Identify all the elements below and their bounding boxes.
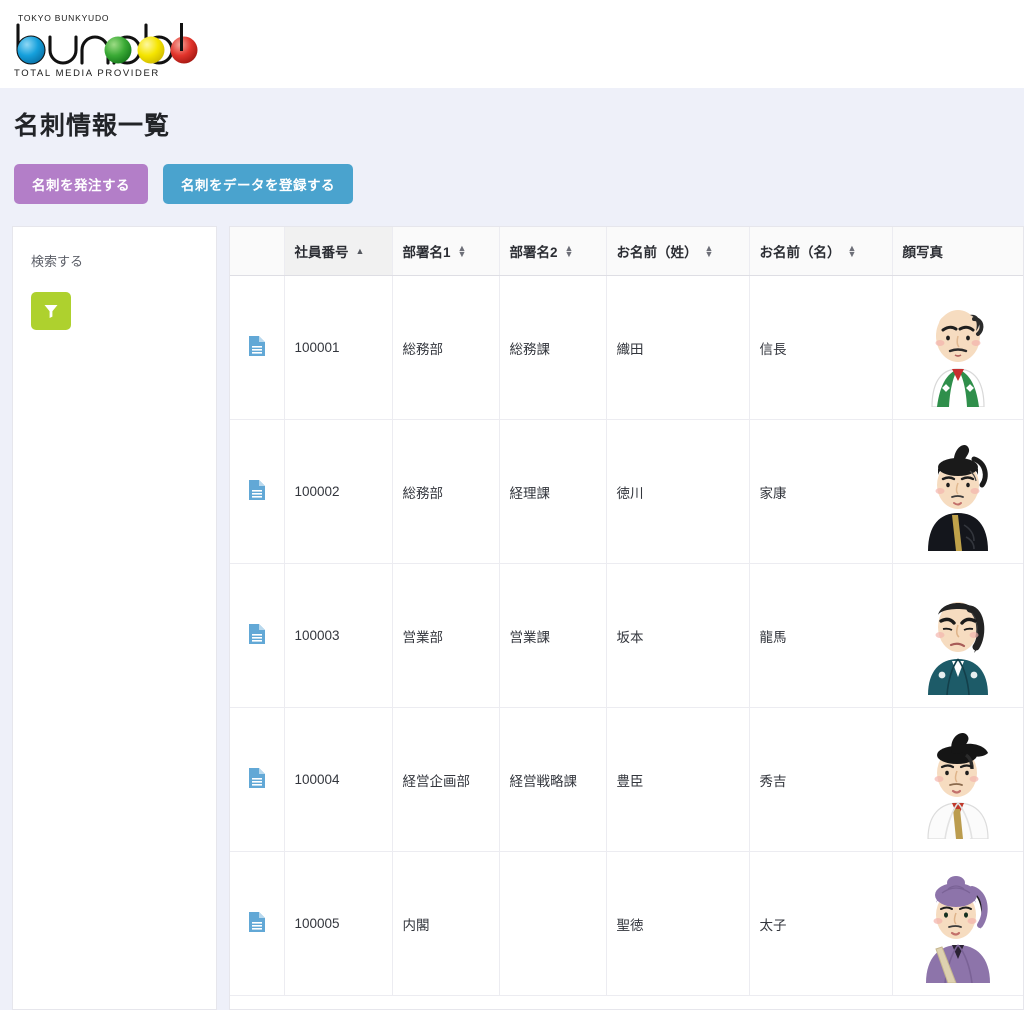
cell-last-name: 織田 (606, 275, 750, 420)
sakamoto-ryoma-avatar (927, 601, 988, 695)
row-detail-cell[interactable] (230, 419, 285, 564)
row-detail-cell[interactable] (230, 563, 285, 708)
column-label-employee-number: 社員番号 (294, 245, 349, 260)
table-header-row: 社員番号 ▲▼ 部署名1 ▲▼ (230, 227, 1023, 276)
column-label-last-name: お名前（姓） (616, 245, 698, 260)
column-label-face-photo: 顔写真 (902, 245, 944, 260)
cell-department2 (499, 851, 607, 996)
page-title: 名刺情報一覧 (14, 112, 171, 140)
column-header-face-photo: 顔写真 (892, 227, 1023, 276)
sort-toggle-icon: ▲ ▼ (564, 243, 574, 259)
row-detail-cell[interactable] (230, 851, 285, 996)
cell-department2: 総務課 (499, 275, 607, 420)
bunpdo-logo: TOKYO BUNKYUDO TOTAL MEDIA PROVIDER (14, 13, 198, 79)
cell-employee-number: 100004 (284, 707, 393, 852)
table-head: 社員番号 ▲▼ 部署名1 ▲▼ (230, 227, 1023, 276)
logo-circle-yellow (137, 36, 165, 64)
column-label-department1: 部署名1 (402, 245, 451, 260)
business-card-table-container: 社員番号 ▲▼ 部署名1 ▲▼ (229, 226, 1024, 1010)
logo-circle-green (104, 36, 132, 64)
cell-employee-number: 100005 (284, 851, 393, 996)
cell-face-photo (892, 851, 1023, 996)
logo-header: TOKYO BUNKYUDO TOTAL MEDIA PROVIDER (0, 0, 1024, 88)
cell-employee-number: 100003 (284, 563, 393, 708)
sort-ascending-icon: ▲▼ (355, 245, 365, 256)
column-header-department1[interactable]: 部署名1 ▲ ▼ (392, 227, 500, 276)
order-business-card-button[interactable]: 名刺を発注する (14, 164, 148, 204)
document-icon[interactable] (248, 767, 266, 789)
cell-department2: 経理課 (499, 419, 607, 564)
filter-funnel-icon (44, 305, 58, 318)
cell-employee-number: 100001 (284, 275, 393, 420)
apply-filter-button[interactable] (31, 292, 71, 330)
cell-last-name: 坂本 (606, 563, 750, 708)
cell-department1: 経営企画部 (392, 707, 500, 852)
cell-first-name: 家康 (749, 419, 893, 564)
search-sidebar: 検索する (12, 226, 217, 1010)
shotoku-taishi-avatar (925, 875, 990, 983)
sort-toggle-icon: ▲ ▼ (704, 243, 714, 259)
sort-toggle-icon: ▲ ▼ (457, 243, 467, 259)
document-icon[interactable] (248, 911, 266, 933)
table-row[interactable]: 100001 総務部 総務課 織田 信長 (230, 275, 1023, 420)
column-header-icon (230, 227, 285, 276)
column-header-employee-number[interactable]: 社員番号 ▲▼ (284, 227, 393, 276)
cell-department1: 総務部 (392, 419, 500, 564)
cell-employee-number: 100002 (284, 419, 393, 564)
table-row[interactable]: 100003 営業部 営業課 坂本 龍馬 (230, 563, 1023, 708)
oda-nobunaga-avatar (931, 309, 985, 407)
brand-tagline-bottom: TOTAL MEDIA PROVIDER (14, 68, 160, 79)
table-row[interactable]: 100002 総務部 経理課 徳川 家康 (230, 419, 1023, 564)
register-business-card-data-button[interactable]: 名刺をデータを登録する (163, 164, 353, 204)
action-button-row: 名刺を発注する 名刺をデータを登録する (14, 164, 1024, 204)
column-header-department2[interactable]: 部署名2 ▲ ▼ (499, 227, 607, 276)
table-row[interactable]: 100005 内閣 聖徳 太子 (230, 851, 1023, 996)
cell-face-photo (892, 707, 1023, 852)
cell-first-name: 秀吉 (749, 707, 893, 852)
cell-last-name: 豊臣 (606, 707, 750, 852)
brand-tagline-top: TOKYO BUNKYUDO (18, 13, 109, 23)
document-icon[interactable] (248, 623, 266, 645)
business-card-table: 社員番号 ▲▼ 部署名1 ▲▼ (230, 227, 1023, 996)
cell-first-name: 龍馬 (749, 563, 893, 708)
row-detail-cell[interactable] (230, 707, 285, 852)
column-label-first-name: お名前（名） (759, 245, 841, 260)
table-body: 100001 総務部 総務課 織田 信長 100002 総務部 経理課 徳川 家… (230, 275, 1023, 996)
row-detail-cell[interactable] (230, 275, 285, 420)
document-icon[interactable] (248, 335, 266, 357)
tokugawa-ieyasu-avatar (927, 444, 988, 551)
cell-department1: 総務部 (392, 275, 500, 420)
cell-department1: 営業部 (392, 563, 500, 708)
cell-first-name: 太子 (749, 851, 893, 996)
logo-circle-blue (17, 36, 45, 64)
cell-department1: 内閣 (392, 851, 500, 996)
page-header-band: 名刺情報一覧 名刺を発注する 名刺をデータを登録する (0, 88, 1024, 226)
cell-last-name: 徳川 (606, 419, 750, 564)
cell-first-name: 信長 (749, 275, 893, 420)
cell-face-photo (892, 563, 1023, 708)
logo-circle-red (170, 36, 198, 64)
column-header-first-name[interactable]: お名前（名） ▲ ▼ (749, 227, 893, 276)
cell-last-name: 聖徳 (606, 851, 750, 996)
cell-face-photo (892, 419, 1023, 564)
toyotomi-hideyoshi-avatar (927, 732, 989, 839)
column-header-last-name[interactable]: お名前（姓） ▲ ▼ (606, 227, 750, 276)
sort-toggle-icon: ▲ ▼ (847, 243, 857, 259)
main-content: 検索する 社員番号 ▲▼ (0, 226, 1024, 1010)
cell-department2: 営業課 (499, 563, 607, 708)
cell-face-photo (892, 275, 1023, 420)
document-icon[interactable] (248, 479, 266, 501)
column-label-department2: 部署名2 (509, 245, 558, 260)
cell-department2: 経営戦略課 (499, 707, 607, 852)
search-panel-label: 検索する (31, 254, 84, 269)
table-row[interactable]: 100004 経営企画部 経営戦略課 豊臣 秀吉 (230, 707, 1023, 852)
